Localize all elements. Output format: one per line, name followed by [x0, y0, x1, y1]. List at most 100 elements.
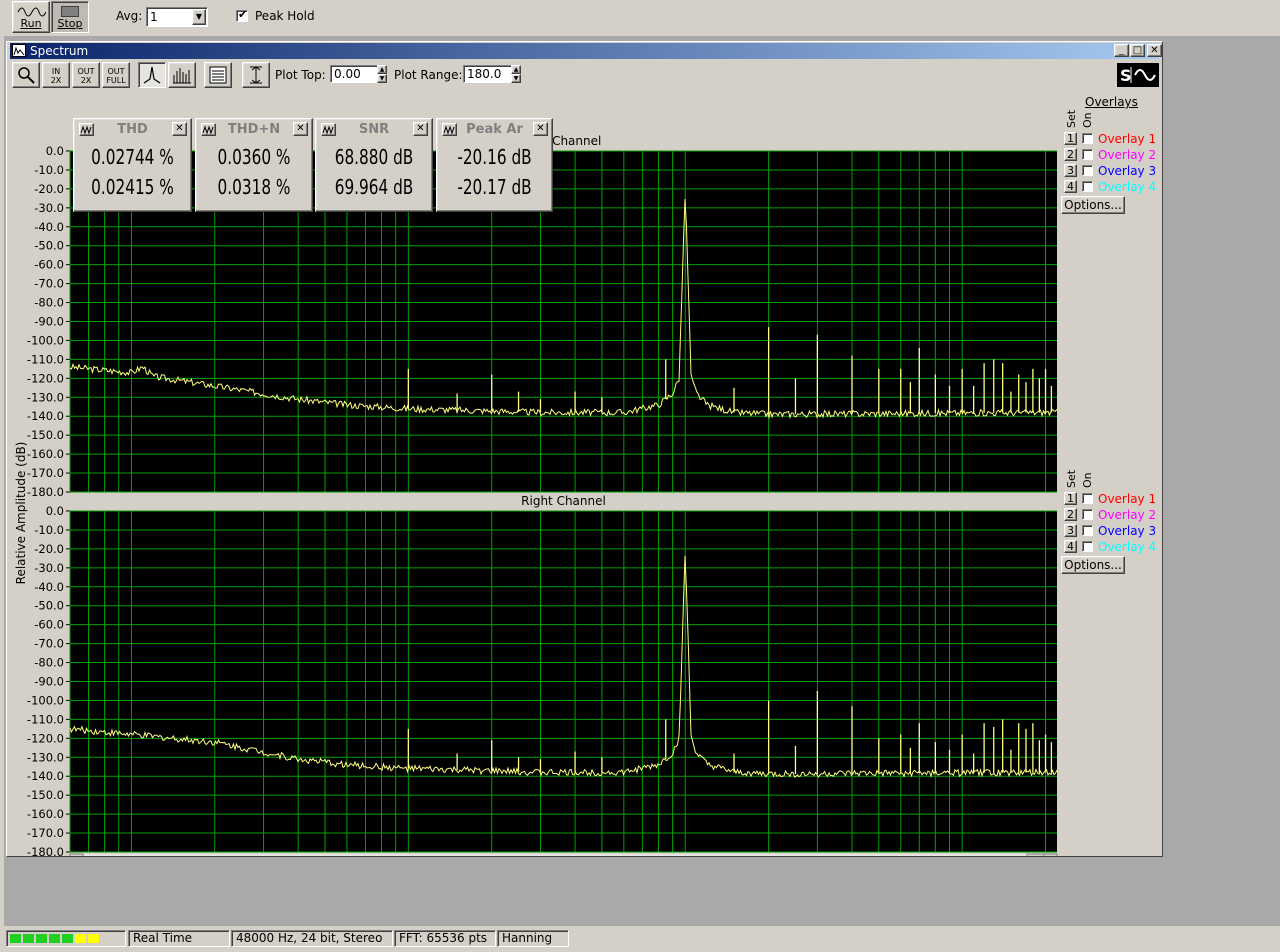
- zoom-button[interactable]: [12, 62, 40, 88]
- meter-close-icon[interactable]: ✕: [533, 122, 548, 136]
- status-format: 48000 Hz, 24 bit, Stereo: [231, 930, 393, 947]
- y-tick-label: -130.0: [27, 390, 64, 404]
- scroll-right-icon[interactable]: [1043, 853, 1058, 856]
- status-window: Hanning: [497, 930, 569, 947]
- overlay-label: Overlay 1: [1098, 132, 1157, 146]
- meter-value-left: 68.880 dB: [334, 145, 414, 169]
- run-button[interactable]: Run: [12, 1, 50, 33]
- level-segment: [62, 934, 73, 943]
- overlay-set-button[interactable]: 4: [1064, 540, 1077, 553]
- plot-range-up-arrow-icon[interactable]: ▲: [511, 65, 521, 74]
- plot-top-input[interactable]: 0.00: [330, 65, 380, 83]
- overlay-on-checkbox[interactable]: [1082, 181, 1093, 192]
- peak-hold-label: Peak Hold: [255, 9, 315, 23]
- stop-button[interactable]: Stop: [51, 1, 89, 33]
- plot-top-up-arrow-icon[interactable]: ▲: [377, 65, 387, 74]
- signal-generator-button[interactable]: S: [1117, 63, 1159, 87]
- y-tick-label: -40.0: [34, 220, 64, 234]
- status-fft: FFT: 65536 pts: [394, 930, 496, 947]
- level-segment: [10, 934, 21, 943]
- horizontal-scrollbar[interactable]: [70, 854, 1057, 856]
- overlay-on-checkbox[interactable]: [1082, 133, 1093, 144]
- y-tick-label: -30.0: [34, 201, 64, 215]
- overlay-on-checkbox[interactable]: [1082, 509, 1093, 520]
- close-icon[interactable]: ✕: [1147, 44, 1162, 57]
- avg-select[interactable]: 1 ▼: [146, 7, 208, 27]
- zoom-out-2x-icon: OUT 2X: [77, 67, 95, 85]
- y-tick-label: -90.0: [34, 675, 64, 689]
- plot-range-down-arrow-icon[interactable]: ▼: [511, 74, 521, 83]
- scroll-thumb[interactable]: [1026, 853, 1045, 856]
- y-tick-label: -180.0: [27, 845, 64, 856]
- plot-range-input[interactable]: 180.0: [463, 65, 513, 83]
- overlay-on-checkbox[interactable]: [1082, 541, 1093, 552]
- overlay-set-button[interactable]: 3: [1064, 524, 1077, 537]
- overlay-on-checkbox[interactable]: [1082, 493, 1093, 504]
- overlay-on-checkbox[interactable]: [1082, 149, 1093, 160]
- level-segment: [23, 934, 34, 943]
- y-tick-label: -80.0: [34, 656, 64, 670]
- meter-value-right: 0.02415 %: [91, 175, 174, 199]
- plot-top-down-arrow-icon[interactable]: ▼: [377, 74, 387, 83]
- maximize-icon[interactable]: □: [1130, 44, 1145, 57]
- peak-hold-checkbox[interactable]: ✔: [236, 8, 248, 22]
- sine-wave-icon: [17, 7, 47, 17]
- zoom-out-full-button[interactable]: OUT FULL: [102, 62, 130, 88]
- window-titlebar[interactable]: Spectrum _ □ ✕: [10, 43, 1162, 59]
- overlay-options-button[interactable]: Options...: [1061, 556, 1125, 574]
- minimize-icon[interactable]: _: [1114, 44, 1129, 57]
- zoom-in-2x-button[interactable]: IN 2X: [42, 62, 70, 88]
- overlay-set-button[interactable]: 4: [1064, 180, 1077, 193]
- on-column-label: On: [1081, 112, 1094, 128]
- overlay-options-button[interactable]: Options...: [1061, 196, 1125, 214]
- y-tick-label: -70.0: [34, 277, 64, 291]
- zoom-out-2x-button[interactable]: OUT 2X: [72, 62, 100, 88]
- overlay-set-button[interactable]: 2: [1064, 148, 1077, 161]
- autoscale-button[interactable]: [242, 62, 270, 88]
- overlay-on-checkbox[interactable]: [1082, 165, 1093, 176]
- overlay-label: Overlay 2: [1098, 508, 1157, 522]
- meter-value-left: 0.02744 %: [91, 145, 174, 169]
- overlays-panel-right: Set On 1 Overlay 1 2 Overlay 2 3 Overlay 3 4 Over…: [1061, 454, 1161, 584]
- overlay-label: Overlay 3: [1098, 524, 1157, 538]
- y-tick-label: -160.0: [27, 447, 64, 461]
- level-segment: [88, 934, 99, 943]
- y-tick-label: -130.0: [27, 750, 64, 764]
- overlay-set-button[interactable]: 1: [1064, 492, 1077, 505]
- y-tick-label: -20.0: [34, 542, 64, 556]
- line-graph-button[interactable]: [138, 62, 166, 88]
- meter-close-icon[interactable]: ✕: [413, 122, 428, 136]
- set-column-label: Set: [1065, 469, 1078, 488]
- level-segment: [49, 934, 60, 943]
- level-segment: [36, 934, 47, 943]
- overlay-label: Overlay 1: [1098, 492, 1157, 506]
- meter-close-icon[interactable]: ✕: [293, 122, 308, 136]
- y-tick-label: -170.0: [27, 466, 64, 480]
- bar-graph-button[interactable]: [168, 62, 196, 88]
- overlay-label: Overlay 4: [1098, 540, 1157, 554]
- y-tick-label: -60.0: [34, 618, 64, 632]
- overlay-set-button[interactable]: 2: [1064, 508, 1077, 521]
- set-column-label: Set: [1065, 109, 1078, 128]
- chart-1: Right Channel 0.0 -10.0 -20.0 -30.0 -40.0 -50.…: [27, 494, 1058, 856]
- vertical-scale-icon: [250, 66, 262, 84]
- y-tick-label: -40.0: [34, 580, 64, 594]
- y-tick-label: -10.0: [34, 163, 64, 177]
- y-tick-label: 0.0: [46, 144, 64, 158]
- y-tick-label: -100.0: [27, 693, 64, 707]
- meter-close-icon[interactable]: ✕: [172, 122, 187, 136]
- y-tick-label: -150.0: [27, 428, 64, 442]
- y-tick-label: -10.0: [34, 523, 64, 537]
- overlay-on-checkbox[interactable]: [1082, 525, 1093, 536]
- overlay-set-button[interactable]: 1: [1064, 132, 1077, 145]
- meter-3: Peak Ar ✕ -20.16 dB -20.17 dB: [436, 118, 553, 212]
- y-tick-label: -110.0: [27, 712, 64, 726]
- data-panel-button[interactable]: [204, 62, 232, 88]
- panel-icon: [209, 66, 227, 84]
- scroll-left-icon[interactable]: [69, 853, 84, 856]
- y-tick-label: -120.0: [27, 731, 64, 745]
- overlay-set-button[interactable]: 3: [1064, 164, 1077, 177]
- y-tick-label: -120.0: [27, 371, 64, 385]
- y-tick-label: -170.0: [27, 826, 64, 840]
- chevron-down-icon[interactable]: ▼: [192, 9, 206, 25]
